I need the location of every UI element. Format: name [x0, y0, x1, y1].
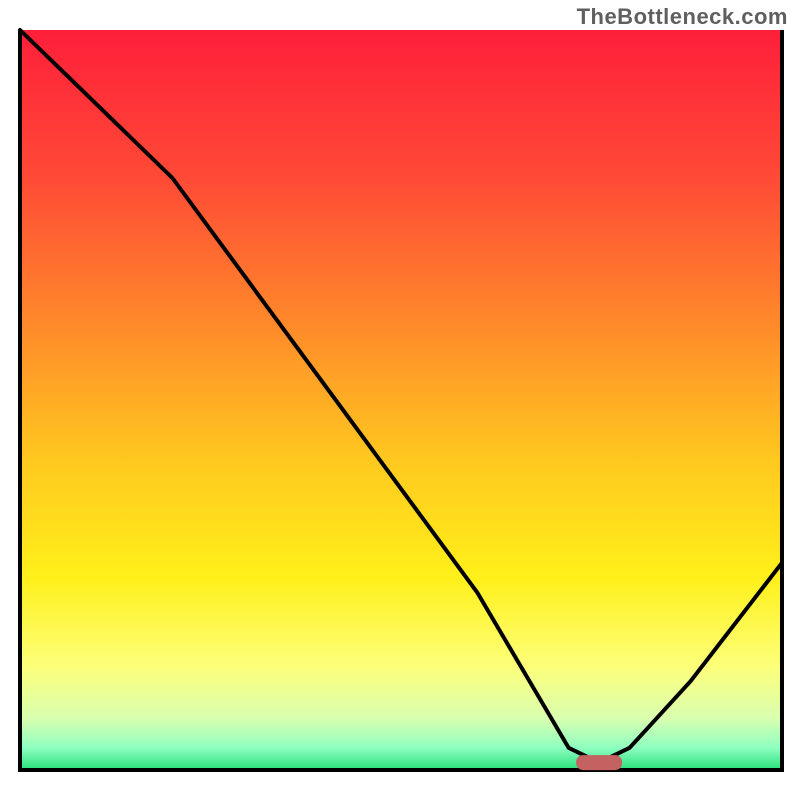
watermark-text: TheBottleneck.com [577, 4, 788, 30]
chart-stage: TheBottleneck.com [0, 0, 800, 800]
optimum-marker [576, 755, 622, 770]
chart-svg [0, 0, 800, 800]
